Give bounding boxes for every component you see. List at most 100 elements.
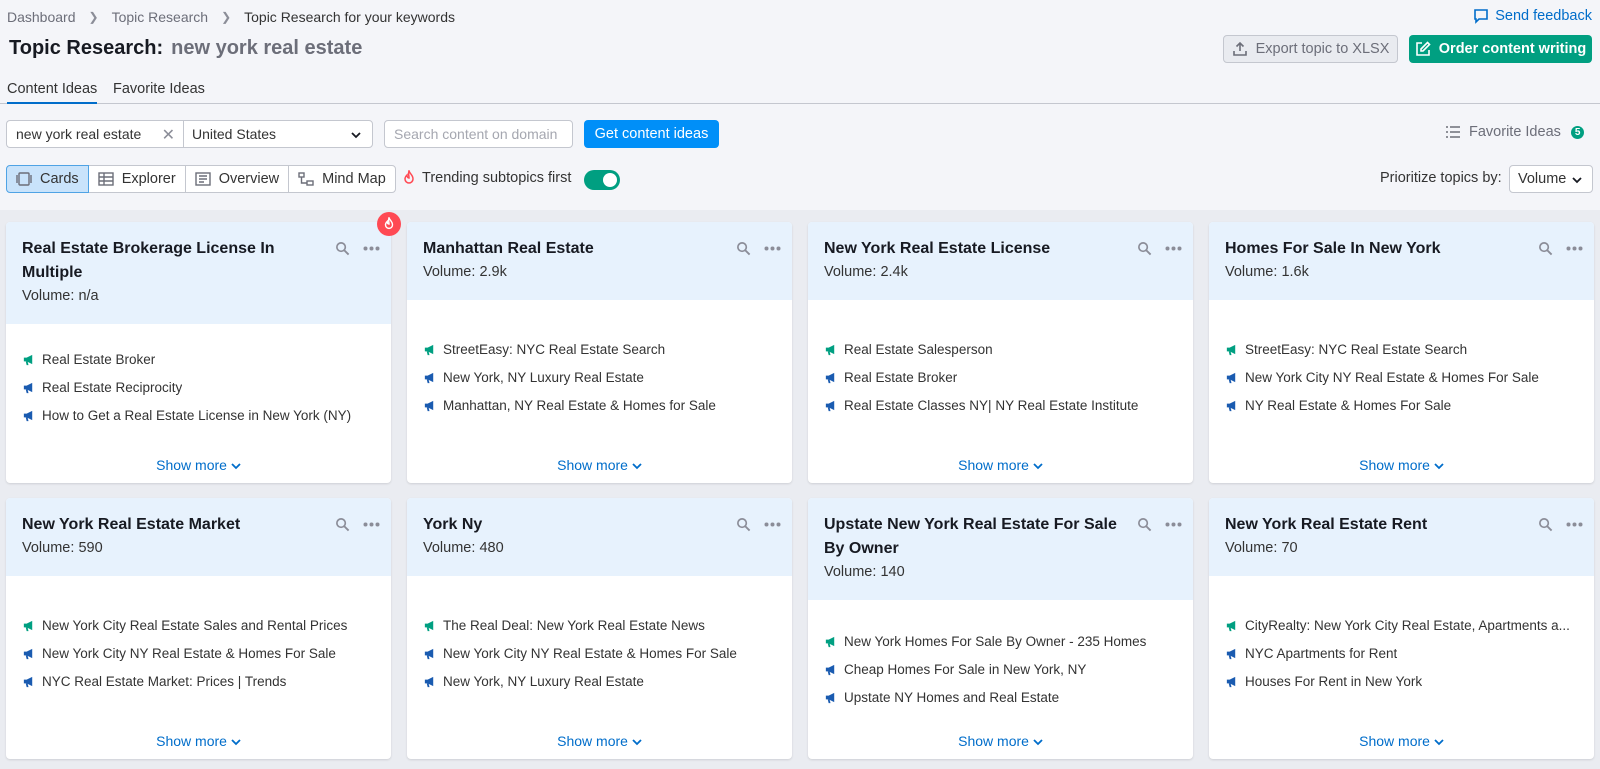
show-more-label: Show more	[1359, 457, 1430, 473]
subtopic-item[interactable]: Cheap Homes For Sale in New York, NY	[824, 655, 1177, 683]
subtopic-item[interactable]: New York City NY Real Estate & Homes For…	[22, 639, 375, 667]
subtopic-item[interactable]: Manhattan, NY Real Estate & Homes for Sa…	[423, 391, 776, 419]
send-feedback-link[interactable]: Send feedback	[1473, 8, 1592, 24]
show-more-button[interactable]: Show more	[6, 733, 391, 749]
subtopic-item[interactable]: StreetEasy: NYC Real Estate Search	[423, 335, 776, 363]
subtopic-text: The Real Deal: New York Real Estate News	[443, 617, 705, 633]
trending-subtopics: Trending subtopics first	[401, 170, 571, 186]
view-cards-button[interactable]: Cards	[6, 165, 89, 193]
topic-card[interactable]: New York Real Estate Rent Volume: 70 CityR…	[1209, 498, 1594, 759]
favorite-ideas-link[interactable]: Favorite Ideas 5	[1445, 124, 1585, 140]
subtopic-item[interactable]: Real Estate Reciprocity	[22, 373, 375, 401]
order-content-writing-button[interactable]: Order content writing	[1409, 35, 1592, 63]
breadcrumb: Dashboard ❯ Topic Research ❯ Topic Resea…	[7, 9, 455, 25]
topic-card[interactable]: Homes For Sale In New York Volume: 1.6k St…	[1209, 222, 1594, 483]
topic-card[interactable]: York Ny Volume: 480 The Real Deal: New Yor…	[407, 498, 792, 759]
breadcrumb-current: Topic Research for your keywords	[244, 9, 455, 25]
keyword-input[interactable]: new york real estate ✕	[6, 120, 184, 148]
megaphone-blue-icon	[23, 382, 33, 393]
topic-card[interactable]: Manhattan Real Estate Volume: 2.9k StreetE…	[407, 222, 792, 483]
topic-card[interactable]: Upstate New York Real Estate For Sale By…	[808, 498, 1193, 759]
more-icon[interactable]	[1165, 246, 1182, 251]
subtopic-text: StreetEasy: NYC Real Estate Search	[1245, 341, 1468, 357]
subtopic-item[interactable]: Real Estate Broker	[22, 345, 375, 373]
search-icon[interactable]	[1538, 241, 1553, 256]
search-icon[interactable]	[335, 517, 350, 532]
topic-card[interactable]: New York Real Estate Market Volume: 590 Ne…	[6, 498, 391, 759]
megaphone-blue-icon	[424, 400, 434, 411]
search-icon[interactable]	[736, 517, 751, 532]
subtopic-item[interactable]: New York City NY Real Estate & Homes For…	[423, 639, 776, 667]
subtopic-item[interactable]: New York, NY Luxury Real Estate	[423, 363, 776, 391]
show-more-button[interactable]: Show more	[407, 457, 792, 473]
subtopic-item[interactable]: Real Estate Classes NY| NY Real Estate I…	[824, 391, 1177, 419]
subtopic-list: The Real Deal: New York Real Estate News…	[423, 576, 776, 695]
more-icon[interactable]	[363, 246, 380, 251]
subtopic-item[interactable]: The Real Deal: New York Real Estate News	[423, 611, 776, 639]
subtopic-text: Manhattan, NY Real Estate & Homes for Sa…	[443, 397, 716, 413]
trending-toggle[interactable]	[584, 170, 620, 190]
subtopic-list: StreetEasy: NYC Real Estate Search New Yo…	[423, 300, 776, 419]
card-volume-value: 480	[479, 540, 504, 556]
subtopic-item[interactable]: Real Estate Broker	[824, 363, 1177, 391]
card-volume: Volume: n/a	[22, 287, 321, 305]
subtopic-item[interactable]: StreetEasy: NYC Real Estate Search	[1225, 335, 1578, 363]
more-icon[interactable]	[764, 246, 781, 251]
more-icon[interactable]	[764, 522, 781, 527]
breadcrumb-dashboard[interactable]: Dashboard	[7, 9, 76, 25]
show-more-button[interactable]: Show more	[1209, 733, 1594, 749]
topic-card[interactable]: Real Estate Brokerage License In Multipl…	[6, 222, 391, 483]
send-feedback-label: Send feedback	[1495, 8, 1592, 24]
more-icon[interactable]	[363, 522, 380, 527]
subtopic-item[interactable]: Upstate NY Homes and Real Estate	[824, 683, 1177, 711]
card-volume-value: 590	[78, 540, 103, 556]
subtopic-item[interactable]: New York Homes For Sale By Owner - 235 H…	[824, 627, 1177, 655]
search-icon[interactable]	[736, 241, 751, 256]
tab-content-ideas[interactable]: Content Ideas	[7, 81, 98, 104]
view-explorer-button[interactable]: Explorer	[87, 165, 186, 193]
search-icon[interactable]	[335, 241, 350, 256]
get-content-ideas-button[interactable]: Get content ideas	[584, 120, 719, 148]
breadcrumb-topic-research[interactable]: Topic Research	[112, 9, 209, 25]
show-more-button[interactable]: Show more	[1209, 457, 1594, 473]
view-mind-map-button[interactable]: Mind Map	[288, 165, 396, 193]
show-more-button[interactable]: Show more	[407, 733, 792, 749]
view-mind-map-label: Mind Map	[322, 171, 386, 187]
search-icon[interactable]	[1538, 517, 1553, 532]
search-icon[interactable]	[1137, 517, 1152, 532]
domain-search-input[interactable]: Search content on domain	[384, 120, 573, 148]
topic-card[interactable]: New York Real Estate License Volume: 2.4k…	[808, 222, 1193, 483]
subtopic-item[interactable]: NYC Real Estate Market: Prices | Trends	[22, 667, 375, 695]
subtopic-item[interactable]: How to Get a Real Estate License in New …	[22, 401, 375, 429]
subtopic-item[interactable]: Real Estate Salesperson	[824, 335, 1177, 363]
show-more-button[interactable]: Show more	[808, 457, 1193, 473]
subtopic-item[interactable]: CityRealty: New York City Real Estate, A…	[1225, 611, 1578, 639]
more-icon[interactable]	[1165, 522, 1182, 527]
card-volume: Volume: 480	[423, 539, 722, 557]
show-more-button[interactable]: Show more	[808, 733, 1193, 749]
more-icon[interactable]	[1566, 522, 1583, 527]
show-more-button[interactable]: Show more	[6, 457, 391, 473]
export-xlsx-label: Export topic to XLSX	[1255, 41, 1390, 57]
prioritize-label: Prioritize topics by:	[1380, 170, 1502, 186]
subtopic-item[interactable]: Houses For Rent in New York	[1225, 667, 1578, 695]
subtopic-item[interactable]: NY Real Estate & Homes For Sale	[1225, 391, 1578, 419]
more-icon[interactable]	[1566, 246, 1583, 251]
card-header: Real Estate Brokerage License In Multipl…	[6, 222, 391, 324]
prioritize-select[interactable]: Volume	[1509, 165, 1593, 193]
subtopic-text: CityRealty: New York City Real Estate, A…	[1245, 617, 1570, 633]
country-select[interactable]: United States	[183, 120, 373, 148]
card-title: New York Real Estate License	[824, 240, 1051, 257]
clear-icon[interactable]: ✕	[162, 125, 175, 145]
prioritize-select-value: Volume	[1518, 171, 1567, 187]
subtopic-item[interactable]: New York City NY Real Estate & Homes For…	[1225, 363, 1578, 391]
search-icon[interactable]	[1137, 241, 1152, 256]
export-xlsx-button[interactable]: Export topic to XLSX	[1223, 35, 1398, 63]
megaphone-green-icon	[825, 636, 835, 647]
subtopic-item[interactable]: New York, NY Luxury Real Estate	[423, 667, 776, 695]
card-actions	[736, 517, 781, 532]
subtopic-item[interactable]: NYC Apartments for Rent	[1225, 639, 1578, 667]
view-overview-button[interactable]: Overview	[184, 165, 290, 193]
tab-favorite-ideas[interactable]: Favorite Ideas	[113, 81, 205, 102]
subtopic-item[interactable]: New York City Real Estate Sales and Rent…	[22, 611, 375, 639]
